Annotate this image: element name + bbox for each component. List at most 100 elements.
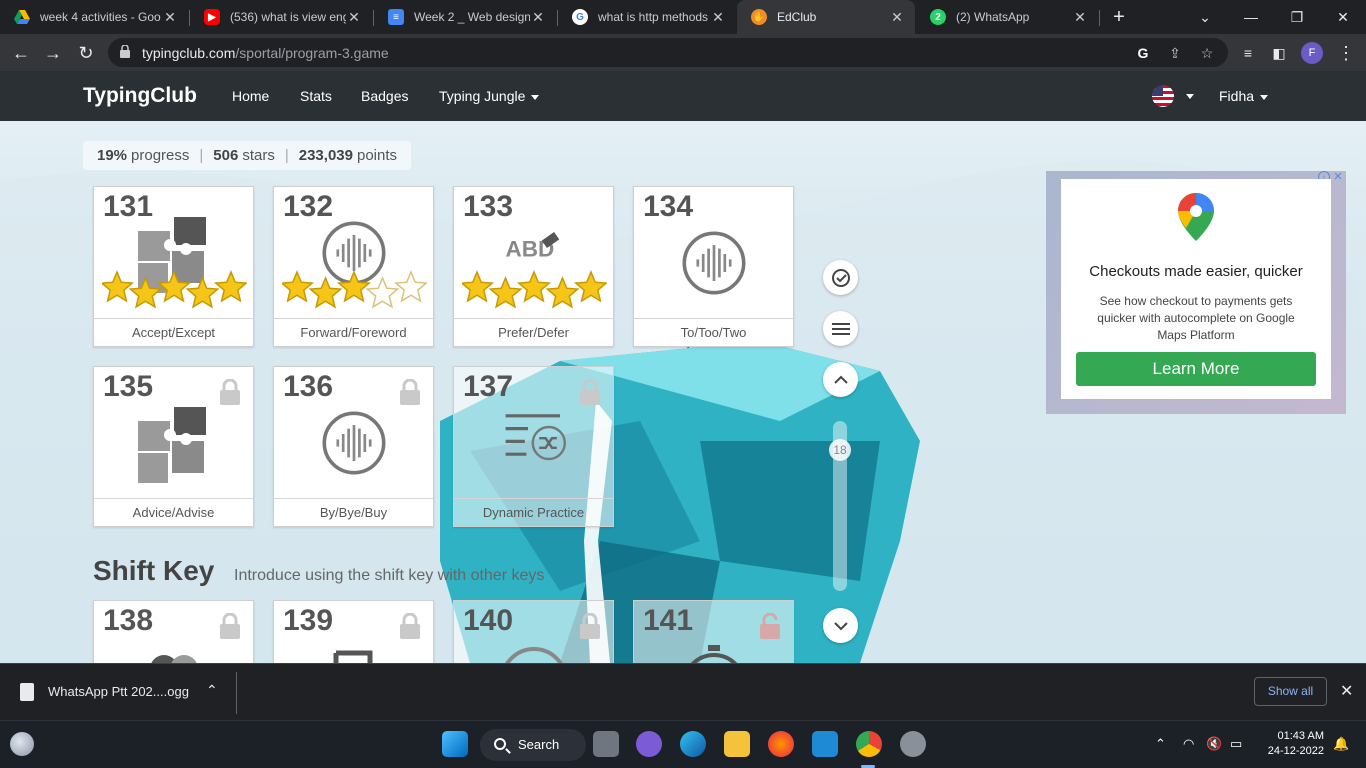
- lesson-card-locked[interactable]: 137 Dynamic Practice: [453, 366, 614, 527]
- chrome-menu-icon[interactable]: ⋮: [1333, 40, 1359, 66]
- browser-tab[interactable]: G what is http methods ✕: [558, 0, 736, 34]
- minimize-icon[interactable]: —: [1228, 0, 1274, 34]
- lesson-card-locked[interactable]: 135 Advice/Advise: [93, 366, 254, 527]
- profile-avatar[interactable]: F: [1301, 42, 1323, 64]
- new-tab-icon[interactable]: +: [1108, 6, 1130, 28]
- teams-chat-icon[interactable]: [636, 731, 662, 757]
- lesson-card[interactable]: 133 ABD Prefer/Defer: [453, 186, 614, 347]
- scroll-up-button[interactable]: [823, 362, 858, 397]
- tab-title: week 4 activities - Goo: [40, 10, 161, 24]
- close-icon[interactable]: ✕: [1340, 681, 1353, 701]
- google-maps-pin-icon: [1178, 193, 1214, 241]
- media-control-icon[interactable]: ≡: [1235, 40, 1261, 66]
- weather-icon[interactable]: [10, 732, 34, 756]
- close-tab-icon[interactable]: ✕: [1072, 9, 1088, 26]
- menu-button[interactable]: [823, 311, 858, 346]
- firefox-icon[interactable]: [768, 731, 794, 757]
- chrome-icon[interactable]: [856, 731, 882, 757]
- nav-typing-jungle-dropdown[interactable]: Typing Jungle: [439, 88, 540, 104]
- notification-icon[interactable]: 🔔: [1333, 736, 1349, 752]
- lesson-card[interactable]: 131 Accept/Except: [93, 186, 254, 347]
- settings-icon[interactable]: [900, 731, 926, 757]
- puzzle-icon: [151, 655, 197, 663]
- lesson-number: 136: [283, 370, 334, 403]
- browser-tab[interactable]: ≡ Week 2 _ Web designi ✕: [374, 0, 556, 34]
- section-subtitle: Introduce using the shift key with other…: [234, 567, 545, 584]
- scroll-position-indicator[interactable]: 18: [829, 439, 851, 461]
- download-item[interactable]: WhatsApp Ptt 202....ogg: [48, 684, 189, 699]
- tab-title: what is http methods: [598, 10, 709, 24]
- browser-tab[interactable]: 2 (2) WhatsApp ✕: [916, 0, 1098, 34]
- nav-stats[interactable]: Stats: [300, 88, 332, 104]
- close-window-icon[interactable]: ✕: [1320, 0, 1366, 34]
- show-all-button[interactable]: Show all: [1254, 677, 1327, 706]
- wifi-icon[interactable]: ◠: [1183, 736, 1194, 752]
- youtube-icon: ▶: [204, 9, 220, 25]
- learn-more-button[interactable]: Learn More: [1076, 352, 1316, 386]
- system-clock[interactable]: 01:43 AM 24-12-2022: [1262, 729, 1324, 759]
- lesson-card[interactable]: 134 To/Too/Two: [633, 186, 794, 347]
- separator: |: [199, 147, 204, 164]
- progress-percent: 19%: [97, 147, 128, 164]
- forward-icon[interactable]: →: [40, 40, 66, 66]
- close-tab-icon[interactable]: ✕: [162, 9, 178, 26]
- google-lens-icon[interactable]: G: [1134, 44, 1152, 62]
- tab-title: Week 2 _ Web designi: [414, 10, 530, 24]
- lock-icon: [580, 613, 600, 639]
- reload-icon[interactable]: ↻: [73, 40, 99, 66]
- share-icon[interactable]: ⇪: [1166, 44, 1184, 62]
- chevron-down-icon[interactable]: [1186, 94, 1194, 99]
- bookmark-star-icon[interactable]: ☆: [1198, 44, 1216, 62]
- advertisement[interactable]: i ✕ Checkouts made easier, quicker See h…: [1046, 171, 1346, 414]
- side-panel-icon[interactable]: ◧: [1266, 40, 1292, 66]
- section-title: Shift Key: [93, 555, 215, 586]
- tab-title: (536) what is view eng: [230, 10, 346, 24]
- close-tab-icon[interactable]: ✕: [889, 9, 905, 26]
- edge-icon[interactable]: [680, 731, 706, 757]
- site-logo[interactable]: TypingClub: [83, 84, 197, 108]
- browser-tab-active[interactable]: ✋ EdClub ✕: [737, 0, 915, 34]
- lesson-card-locked[interactable]: 138: [93, 600, 254, 663]
- close-tab-icon[interactable]: ✕: [710, 9, 726, 26]
- taskbar-search[interactable]: Search: [480, 729, 586, 761]
- user-menu[interactable]: Fidha: [1219, 88, 1269, 104]
- keyboard-icon: [333, 650, 373, 663]
- ad-close-icon[interactable]: ✕: [1332, 171, 1344, 183]
- lesson-card[interactable]: 132 Forward/Foreword: [273, 186, 434, 347]
- close-tab-icon[interactable]: ✕: [346, 9, 362, 26]
- tab-search-icon[interactable]: ⌄: [1182, 0, 1228, 34]
- star-filled-icon: [213, 270, 247, 303]
- nav-badges[interactable]: Badges: [361, 88, 408, 104]
- lesson-card-locked[interactable]: 139: [273, 600, 434, 663]
- task-view-icon[interactable]: [593, 731, 619, 757]
- start-menu-icon[interactable]: [442, 731, 468, 757]
- address-bar[interactable]: typingclub.com/sportal/program-3.game G …: [108, 38, 1228, 67]
- browser-toolbar: ← → ↻ typingclub.com/sportal/program-3.g…: [0, 34, 1366, 71]
- file-explorer-icon[interactable]: [724, 731, 750, 757]
- star-filled-icon: [282, 270, 315, 303]
- chevron-up-icon[interactable]: ⌃: [1155, 736, 1166, 752]
- browser-tab[interactable]: ▶ (536) what is view eng ✕: [190, 0, 372, 34]
- vscode-icon[interactable]: [812, 731, 838, 757]
- chevron-up-icon[interactable]: ⌃: [206, 682, 218, 699]
- restore-icon[interactable]: ❐: [1274, 0, 1320, 34]
- google-drive-icon: [14, 9, 30, 25]
- lesson-card-locked[interactable]: 141: [633, 600, 794, 663]
- google-icon: G: [572, 9, 588, 25]
- star-filled-icon: [488, 276, 523, 309]
- battery-icon[interactable]: ▭: [1230, 736, 1242, 752]
- chevron-down-icon: [1260, 94, 1269, 100]
- windows-taskbar: Search ⌃ ◠ 🔇 ▭ 01:43 AM 24-12-2022 🔔: [0, 720, 1366, 768]
- check-progress-button[interactable]: [823, 260, 858, 295]
- browser-tab[interactable]: week 4 activities - Goo ✕: [0, 0, 188, 34]
- lesson-card-locked[interactable]: 140: [453, 600, 614, 663]
- scroll-down-button[interactable]: [823, 608, 858, 643]
- lesson-card-locked[interactable]: 136 By/Bye/Buy: [273, 366, 434, 527]
- back-icon[interactable]: ←: [8, 40, 34, 66]
- nav-home[interactable]: Home: [232, 88, 269, 104]
- user-name: Fidha: [1219, 88, 1255, 104]
- us-flag-icon[interactable]: [1152, 85, 1174, 107]
- lock-icon: [220, 613, 240, 639]
- volume-muted-icon[interactable]: 🔇: [1206, 736, 1222, 752]
- close-tab-icon[interactable]: ✕: [530, 9, 546, 26]
